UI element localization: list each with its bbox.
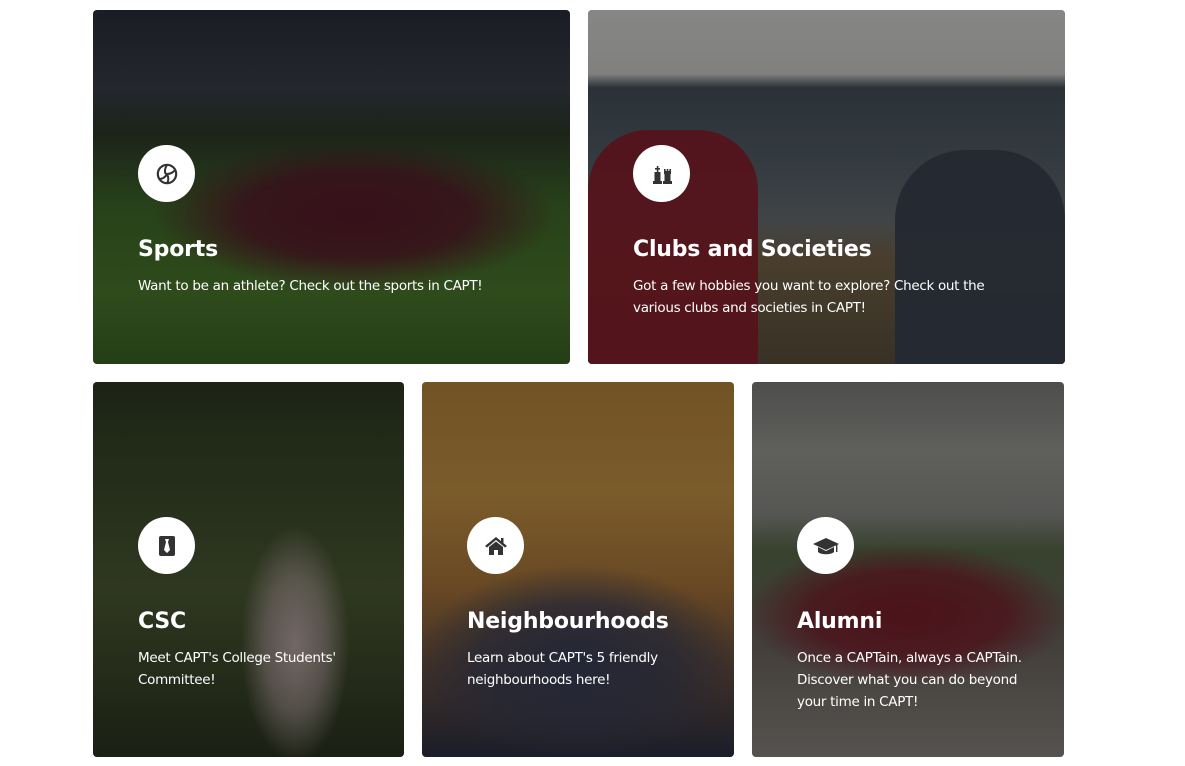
card-description: Want to be an athlete? Check out the spo…: [138, 278, 483, 294]
card-neighbourhoods[interactable]: Neighbourhoods Learn about CAPT's 5 frie…: [422, 382, 734, 757]
card-description: Once a CAPTain, always a CAPTain. Discov…: [797, 650, 1022, 710]
card-sports[interactable]: Sports Want to be an athlete? Check out …: [93, 10, 570, 364]
card-title: Alumni: [797, 609, 883, 634]
card-title: Sports: [138, 237, 218, 262]
volleyball-icon: [138, 145, 195, 202]
chess-icon: [633, 145, 690, 202]
card-description: Meet CAPT's College Students' Committee!: [138, 650, 336, 688]
card-alumni[interactable]: Alumni Once a CAPTain, always a CAPTain.…: [752, 382, 1064, 757]
tie-icon: [138, 517, 195, 574]
card-title: Neighbourhoods: [467, 609, 669, 634]
card-description: Got a few hobbies you want to explore? C…: [633, 278, 985, 316]
graduation-cap-icon: [797, 517, 854, 574]
card-title: CSC: [138, 609, 186, 634]
home-icon: [467, 517, 524, 574]
card-csc[interactable]: CSC Meet CAPT's College Students' Commit…: [93, 382, 404, 757]
card-description: Learn about CAPT's 5 friendly neighbourh…: [467, 650, 658, 688]
card-clubs-and-societies[interactable]: Clubs and Societies Got a few hobbies yo…: [588, 10, 1065, 364]
card-title: Clubs and Societies: [633, 237, 872, 262]
